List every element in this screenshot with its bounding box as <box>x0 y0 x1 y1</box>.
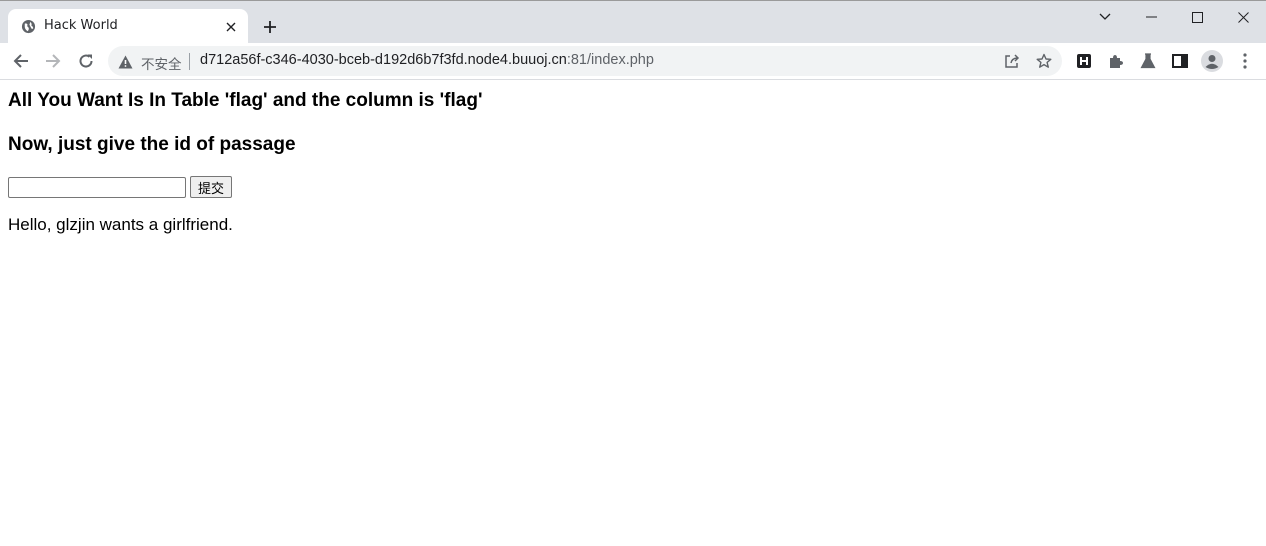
browser-tab[interactable]: Hack World <box>8 9 248 44</box>
address-bar[interactable]: 不安全 d712a56f-c346-4030-bceb-d192d6b7f3fd… <box>108 46 1062 76</box>
menu-kebab-icon[interactable] <box>1233 49 1257 73</box>
url-text[interactable]: d712a56f-c346-4030-bceb-d192d6b7f3fd.nod… <box>200 52 654 68</box>
tab-title: Hack World <box>44 18 118 33</box>
browser-toolbar: 不安全 d712a56f-c346-4030-bceb-d192d6b7f3fd… <box>0 43 1266 80</box>
forward-button[interactable] <box>39 47 67 75</box>
globe-icon <box>21 19 36 34</box>
reload-button[interactable] <box>72 47 100 75</box>
share-icon[interactable] <box>1002 51 1022 71</box>
result-message: Hello, glzjin wants a girlfriend. <box>8 215 233 234</box>
profile-avatar-icon[interactable] <box>1200 49 1224 73</box>
back-button[interactable] <box>7 47 35 75</box>
extension-h-icon[interactable] <box>1072 49 1096 73</box>
omnibox-divider <box>189 53 190 70</box>
minimize-button[interactable] <box>1128 3 1174 31</box>
page-heading-instruction: Now, just give the id of passage <box>8 134 296 155</box>
maximize-button[interactable] <box>1174 3 1220 31</box>
url-host: d712a56f-c346-4030-bceb-d192d6b7f3fd.nod… <box>200 52 567 68</box>
id-input[interactable] <box>8 177 186 198</box>
tab-strip: Hack World <box>0 0 1266 44</box>
security-label[interactable]: 不安全 <box>141 53 182 73</box>
labs-flask-icon[interactable] <box>1136 49 1160 73</box>
new-tab-button[interactable] <box>258 15 282 39</box>
bookmark-star-icon[interactable] <box>1034 51 1054 71</box>
page-heading-table-hint: All You Want Is In Table 'flag' and the … <box>8 90 483 111</box>
tab-close-icon[interactable] <box>222 18 240 36</box>
submit-button[interactable]: 提交 <box>190 176 232 198</box>
side-panel-icon[interactable] <box>1168 49 1192 73</box>
puzzle-extensions-icon[interactable] <box>1104 49 1128 73</box>
page-content: All You Want Is In Table 'flag' and the … <box>0 80 1266 546</box>
url-path: :81/index.php <box>566 52 654 68</box>
close-window-button[interactable] <box>1220 3 1266 31</box>
tab-search-chevron-down-icon[interactable] <box>1082 3 1128 31</box>
not-secure-warning-icon[interactable] <box>118 54 133 69</box>
